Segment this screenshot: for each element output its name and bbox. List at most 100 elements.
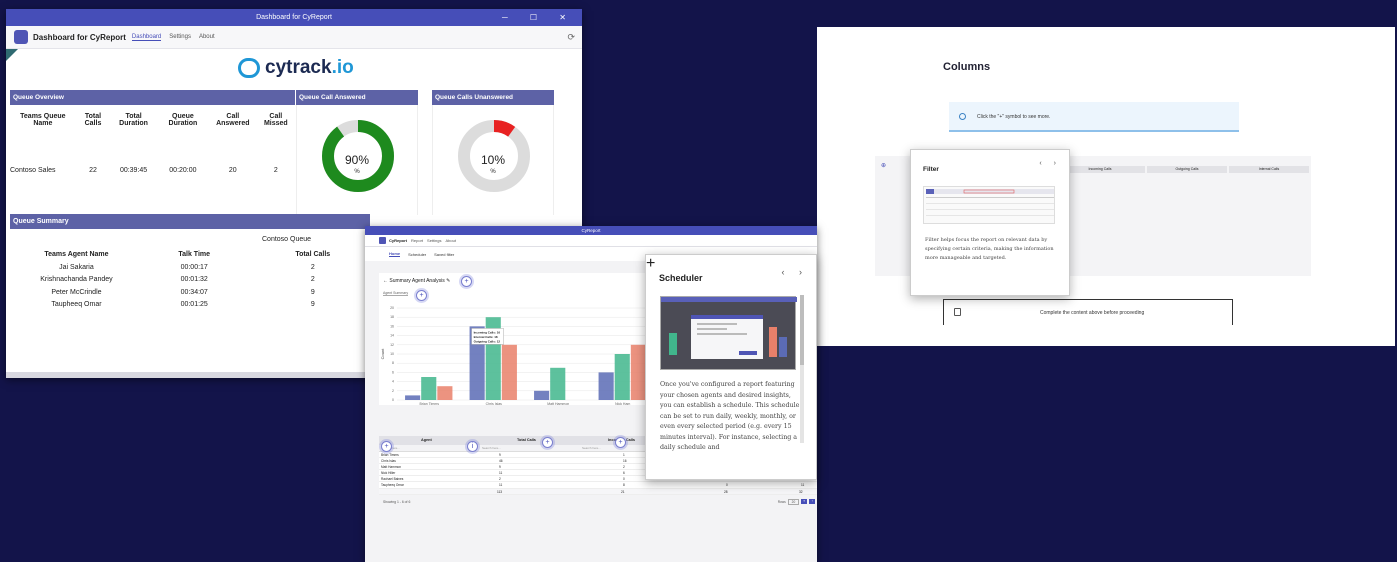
lock-icon	[954, 308, 961, 316]
window-title: Dashboard for CyReport	[256, 14, 332, 21]
answered-percent: 90%	[344, 153, 370, 167]
rows-select[interactable]: 20	[787, 498, 800, 505]
text-fade	[646, 457, 816, 479]
tooltip-line: Outgoing Calls: 12	[474, 339, 501, 343]
table-cell: 0	[726, 483, 728, 488]
panel-title: Queue Overview	[10, 90, 295, 105]
bar	[614, 354, 630, 400]
corner-marker	[6, 49, 18, 61]
info-icon	[959, 113, 966, 120]
column-header: Total Calls	[84, 113, 102, 127]
scrollbar[interactable]	[800, 295, 804, 443]
subtab-scheduler[interactable]: Scheduler	[408, 252, 426, 257]
bar	[421, 377, 437, 400]
y-tick-label: 0	[392, 398, 394, 402]
panel-title: Queue Summary	[10, 214, 370, 229]
table-cell: 2	[499, 477, 501, 482]
panel-title: ← Summary Agent Analysis ✎	[383, 278, 451, 284]
y-tick-label: 16	[390, 324, 394, 328]
table-cell: 11	[801, 483, 805, 488]
table-cell: 00:39:45	[119, 166, 148, 174]
refresh-icon[interactable]: ⟳	[567, 32, 575, 43]
queue-summary-panel: Queue Summary Contoso Queue Teams Agent …	[10, 214, 370, 364]
plus-icon: ⊕	[881, 163, 887, 169]
bar	[630, 344, 646, 400]
tab-agent-summary[interactable]: Agent Summary	[383, 291, 409, 296]
filter-nav[interactable]: ‹ ›	[1039, 160, 1061, 167]
scheduler-screenshot-drawing	[661, 297, 797, 359]
y-tick-label: 4	[392, 380, 394, 384]
scheduler-title: Scheduler	[659, 273, 703, 283]
y-tick-label: 10	[390, 352, 394, 356]
add-column-button[interactable]: +	[416, 290, 427, 301]
table-cell: Brian Timms	[381, 453, 399, 457]
table-row: Krishnachanda Pandey 00:01:32 2	[40, 276, 315, 284]
note-text: Click the "+" symbol to see more.	[977, 114, 1051, 120]
y-tick-label: 18	[390, 315, 394, 319]
answered-unit: %	[354, 169, 360, 175]
y-tick-label: 8	[392, 361, 394, 365]
y-tick-label: 12	[390, 343, 394, 347]
scheduler-nav[interactable]: ‹ ›	[782, 267, 809, 277]
table-row: Jai Sakaria 00:00:17 2	[59, 263, 315, 271]
table-cell: 20	[228, 166, 237, 174]
tab-about[interactable]: About	[199, 34, 215, 40]
table-cell: 9	[499, 453, 501, 457]
subtab-saved-filter[interactable]: Saved filter	[434, 252, 454, 257]
search-input[interactable]: Search here...	[582, 446, 601, 450]
bar	[405, 395, 421, 400]
table-cell: Taupheeq Omar	[381, 483, 404, 488]
table-row: Peter McCrindle 00:34:07 9	[51, 288, 315, 296]
filter-title: Filter	[923, 166, 939, 173]
y-tick-label: 2	[392, 389, 394, 393]
prev-page-button[interactable]: ‹	[809, 499, 816, 505]
table-cell: 8	[623, 483, 625, 488]
tab-settings[interactable]: Settings	[169, 34, 191, 40]
scheduler-screenshot	[660, 296, 797, 370]
table-cell: 2	[623, 465, 625, 470]
add-column-button[interactable]: +	[461, 276, 472, 287]
table-cell: 00:20:00	[169, 166, 197, 174]
dashboard-titlebar: Dashboard for CyReport ─ ☐ ✕	[6, 9, 582, 26]
tooltip-line: Incoming Calls: 16	[474, 330, 501, 334]
panel-title: Queue Call Answered	[296, 90, 418, 105]
agent-bar-chart: 0 2 4 6 8 10 12 14 16 18 20 Count Brian Timms Chris I…	[380, 306, 655, 406]
column-header: Call Missed	[263, 113, 288, 127]
add-column-button[interactable]: +	[542, 437, 553, 448]
column-header: Total Duration	[119, 113, 148, 127]
add-column-button[interactable]: +	[381, 441, 392, 452]
table-cell: 9	[499, 465, 501, 470]
column-header: Teams Queue Name	[20, 113, 66, 127]
subtab-home[interactable]: Home	[389, 251, 401, 257]
panel-title: Queue Calls Unanswered	[432, 90, 554, 105]
tab-report[interactable]: Report	[411, 238, 423, 243]
tab-about[interactable]: About	[445, 238, 455, 243]
unanswered-unit: %	[490, 169, 496, 175]
table-cell: 11	[499, 483, 503, 488]
bar	[598, 372, 614, 400]
window-controls[interactable]: ─ ☐ ✕	[502, 9, 576, 26]
tab-settings[interactable]: Settings	[427, 238, 441, 243]
brand-text: cytrack.io	[265, 57, 354, 78]
table-cell: 11	[499, 471, 503, 476]
first-page-button[interactable]: «	[801, 499, 808, 505]
pager: Rows 20 « ‹ 1 › »	[777, 498, 817, 505]
filter-popup: Filter ‹ › Filter helps focus the report…	[910, 149, 1070, 296]
checkpoint-text: Complete the content above before procee…	[1040, 310, 1145, 316]
rows-label: Rows	[777, 499, 786, 504]
table-cell: Contoso Sales	[10, 166, 56, 174]
scheduler-popup: Scheduler ‹ › Once you've configured a r…	[645, 254, 817, 480]
add-column-button[interactable]: +	[615, 437, 626, 448]
report-appbar: CyReport Report Settings About	[365, 235, 817, 247]
unanswered-gauge-panel: Queue Calls Unanswered 10% %	[432, 90, 554, 215]
info-button[interactable]: i	[467, 441, 478, 452]
scheduler-description: Once you've configured a report featurin…	[660, 381, 800, 451]
report-titlebar: CyReport	[365, 226, 817, 235]
table-cell: 16	[623, 459, 627, 464]
table-cell: 1	[623, 453, 625, 457]
docs-window: Columns Click the "+" symbol to see more…	[817, 27, 1395, 346]
table-cell: 46	[499, 459, 503, 464]
y-tick-label: 14	[390, 334, 394, 338]
search-input[interactable]: Search here...	[482, 446, 501, 450]
tab-dashboard[interactable]: Dashboard	[131, 34, 162, 41]
